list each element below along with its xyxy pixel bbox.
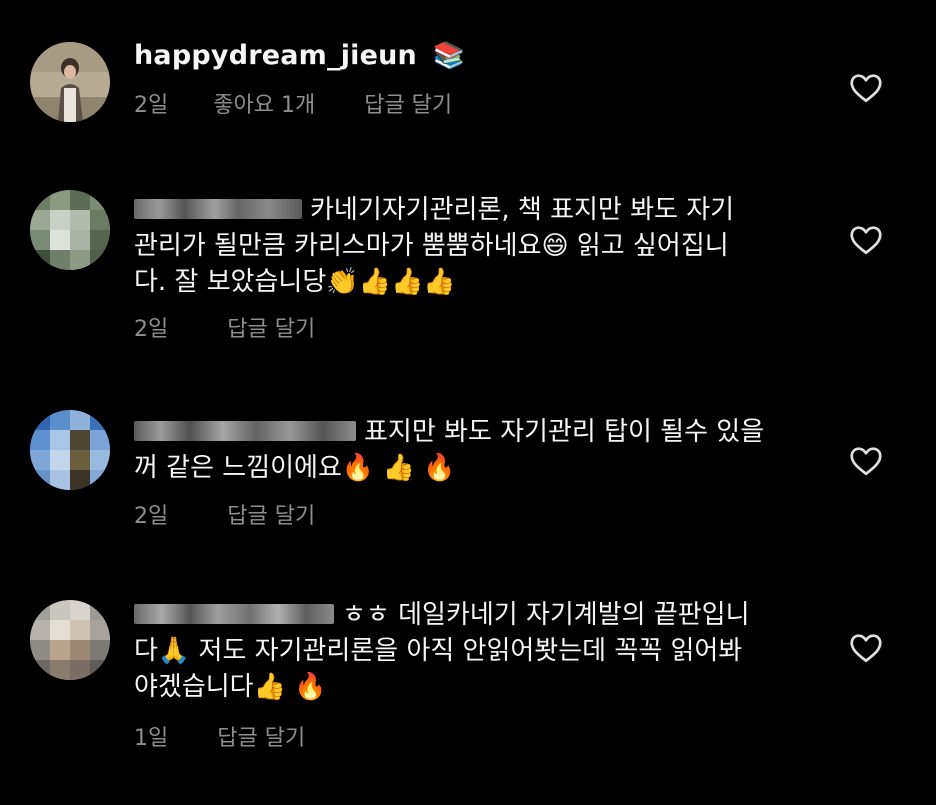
- comment-text: 표지만 봐도 자기관리 탑이 될수 있을 꺼 같은 느낌이에요🔥 👍 🔥: [134, 414, 814, 486]
- heart-icon[interactable]: [848, 630, 884, 666]
- comment-text: 카네기자기관리론, 책 표지만 봐도 자기 관리가 될만큼 카리스마가 뿜뿜하네…: [134, 192, 814, 300]
- reply-button[interactable]: 답글 달기: [227, 317, 315, 342]
- heart-icon[interactable]: [848, 70, 884, 106]
- comment-text-line1: 표지만 봐도 자기관리 탑이 될수 있을: [364, 417, 765, 447]
- comment-likes[interactable]: 좋아요 1개: [213, 93, 315, 118]
- heart-icon[interactable]: [848, 222, 884, 258]
- comment-username[interactable]: happydream_jieun 📚: [134, 38, 814, 74]
- comment-time: 1일: [134, 726, 169, 751]
- comment-meta: 2일 답글 달기: [134, 503, 353, 531]
- avatar[interactable]: [30, 42, 110, 122]
- heart-icon[interactable]: [848, 443, 884, 479]
- comment-item: 표지만 봐도 자기관리 탑이 될수 있을 꺼 같은 느낌이에요🔥 👍 🔥 2일 …: [0, 370, 936, 575]
- blurred-username[interactable]: [134, 199, 302, 219]
- books-emoji: 📚: [432, 41, 466, 71]
- comment-text-line1: ㅎㅎ 데일카네기 자기계발의 끝판입니: [342, 600, 750, 630]
- comment-meta: 2일 답글 달기: [134, 316, 353, 344]
- avatar[interactable]: [30, 190, 110, 270]
- comment-meta: 1일 답글 달기: [134, 725, 343, 753]
- blurred-username[interactable]: [134, 421, 356, 441]
- reply-button[interactable]: 답글 달기: [364, 93, 452, 118]
- comment-text-line3: 야겠습니다👍 🔥: [134, 672, 327, 702]
- comment-text-line3: 다. 잘 보았습니당👏👍👍👍: [134, 267, 456, 297]
- comment-item: ㅎㅎ 데일카네기 자기계발의 끝판입니 다🙏 저도 자기관리론을 아직 안읽어봣…: [0, 575, 936, 805]
- comment-text-line2: 꺼 같은 느낌이에요🔥 👍 🔥: [134, 453, 456, 483]
- comment-text-line1: 카네기자기관리론, 책 표지만 봐도 자기: [310, 195, 735, 225]
- avatar[interactable]: [30, 410, 110, 490]
- comment-time: 2일: [134, 93, 169, 118]
- comment-item: 카네기자기관리론, 책 표지만 봐도 자기 관리가 될만큼 카리스마가 뿜뿜하네…: [0, 150, 936, 370]
- comment-text: ㅎㅎ 데일카네기 자기계발의 끝판입니 다🙏 저도 자기관리론을 아직 안읽어봣…: [134, 597, 814, 705]
- avatar[interactable]: [30, 600, 110, 680]
- comment-text-line2: 다🙏 저도 자기관리론을 아직 안읽어봣는데 꼭꼭 읽어봐: [134, 636, 743, 666]
- reply-button[interactable]: 답글 달기: [227, 504, 315, 529]
- reply-button[interactable]: 답글 달기: [217, 726, 305, 751]
- comment-text-line2: 관리가 될만큼 카리스마가 뿜뿜하네요😄 읽고 싶어집니: [134, 231, 729, 261]
- comment-item: happydream_jieun 📚 2일 좋아요 1개 답글 달기: [0, 0, 936, 150]
- comment-time: 2일: [134, 317, 169, 342]
- username-text[interactable]: happydream_jieun: [134, 40, 417, 71]
- blurred-username[interactable]: [134, 604, 334, 624]
- comment-time: 2일: [134, 504, 169, 529]
- comment-meta: 2일 좋아요 1개 답글 달기: [134, 92, 490, 120]
